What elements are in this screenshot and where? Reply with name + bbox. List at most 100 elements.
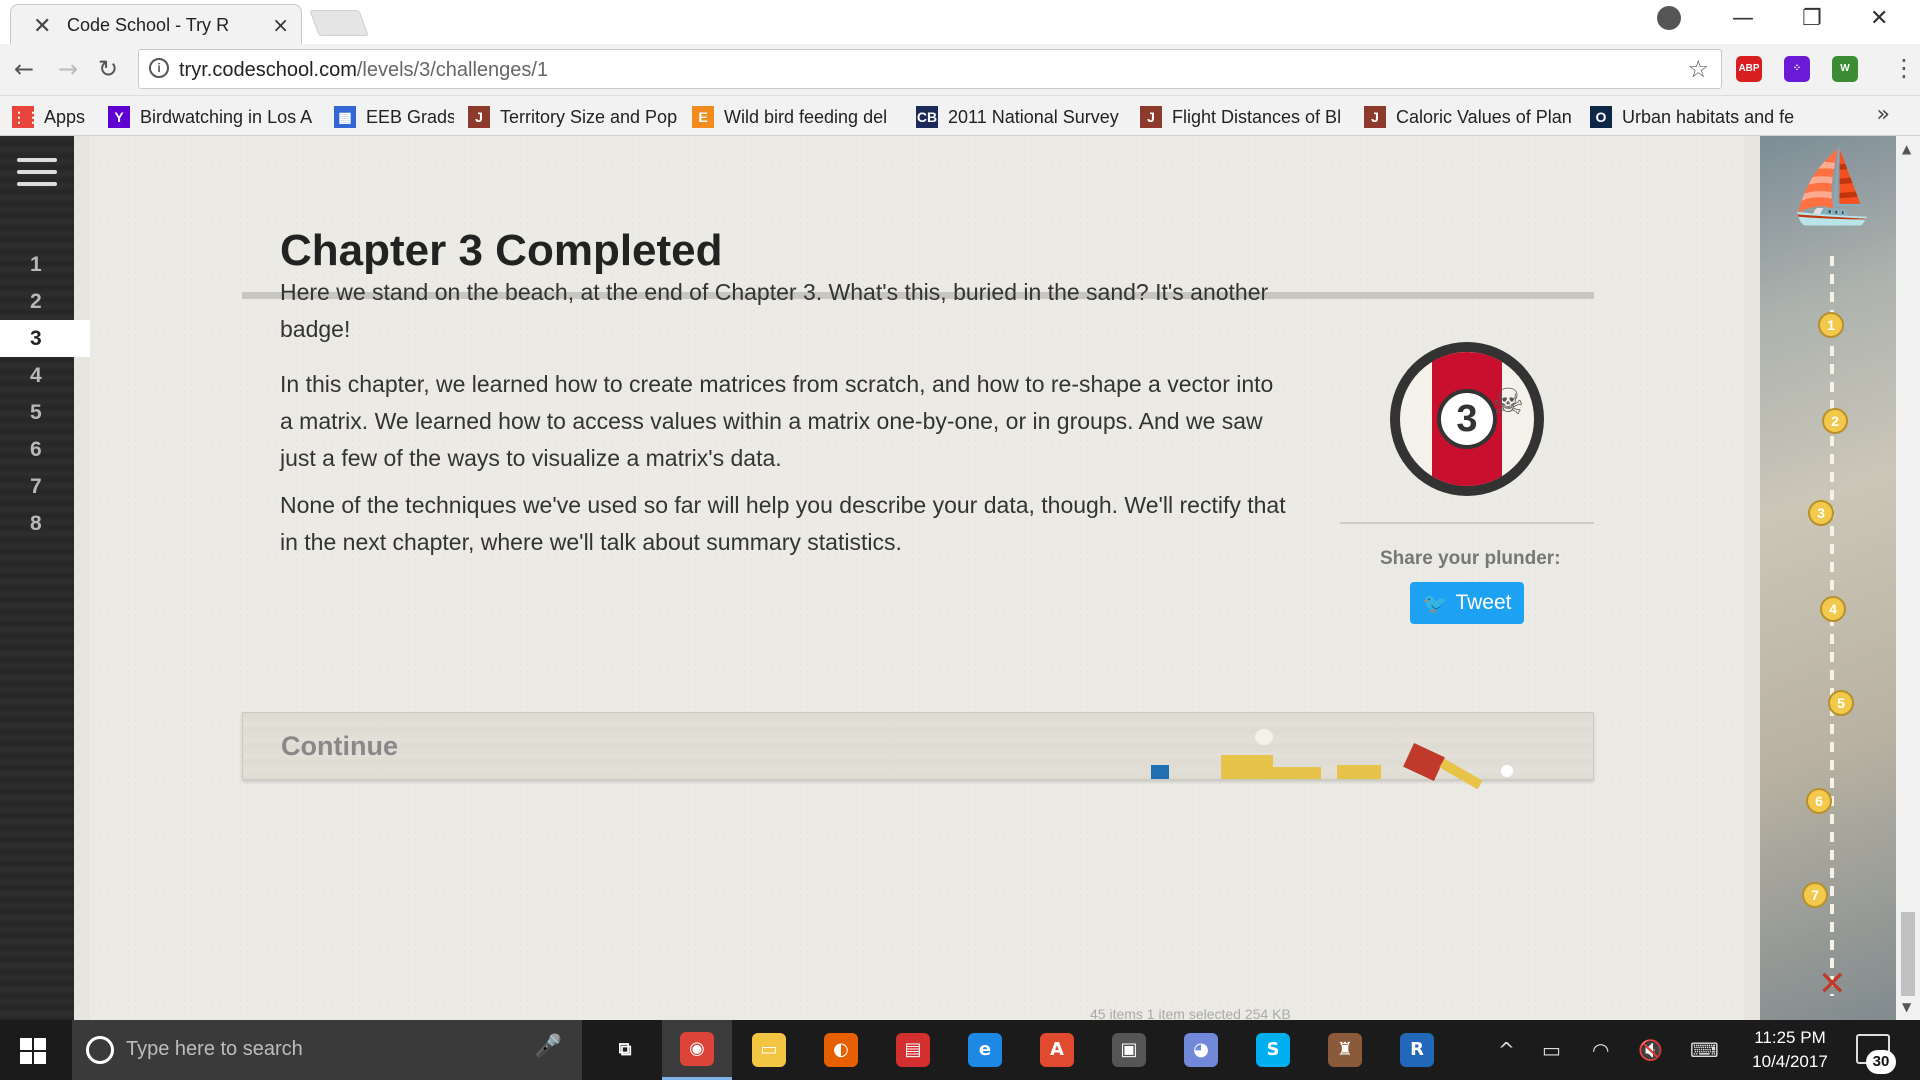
- scrollbar-thumb[interactable]: [1901, 912, 1915, 996]
- map-route: [1830, 256, 1834, 996]
- taskbar: Type here to search 🎤 ⧉ ◉ ▭ ◐ ▤ e A ▣ ◕ S ♜ R ^ ▭ ◠ 🔇 ⌨…: [0, 1020, 1920, 1080]
- notification-count: 30: [1866, 1050, 1896, 1074]
- chrome-menu-icon[interactable]: ⋮: [1892, 54, 1916, 82]
- oxford-icon: O: [1590, 106, 1612, 128]
- apps-grid-icon: ⋮⋮: [12, 106, 40, 128]
- scroll-up-icon[interactable]: ▲: [1902, 142, 1911, 156]
- chapter-link-5[interactable]: 5: [0, 394, 90, 431]
- new-tab-button[interactable]: [309, 10, 369, 36]
- blue-gem-icon: [1151, 765, 1169, 779]
- vertical-scrollbar[interactable]: ▲ ▼: [1896, 136, 1920, 1020]
- gold-bars-icon: [1221, 755, 1273, 779]
- skype-icon: S: [1256, 1033, 1290, 1067]
- show-hidden-icons-icon[interactable]: ^: [1498, 1038, 1515, 1062]
- calendar-icon: ▦: [334, 106, 356, 128]
- chapter-link-3[interactable]: 3: [0, 320, 90, 357]
- bookmark-label: EEB Grads: [366, 106, 454, 127]
- paragraph-summary: In this chapter, we learned how to creat…: [280, 371, 1274, 471]
- chapter-list: 12345678: [0, 246, 90, 542]
- bookmark-item[interactable]: J Flight Distances of Bl: [1140, 104, 1350, 130]
- wifi-icon[interactable]: ◠: [1592, 1038, 1609, 1062]
- task-view-taskbar-button[interactable]: ⧉: [590, 1020, 660, 1080]
- bookmark-item[interactable]: J Caloric Values of Plan: [1364, 104, 1574, 130]
- close-tab-icon[interactable]: ×: [272, 13, 289, 37]
- edge-taskbar-button[interactable]: e: [950, 1020, 1020, 1080]
- ruby-icon: [1403, 743, 1445, 781]
- scroll-down-icon[interactable]: ▼: [1902, 1000, 1911, 1014]
- restore-icon[interactable]: ❐: [1802, 6, 1822, 31]
- address-bar[interactable]: i tryr.codeschool.com/levels/3/challenge…: [138, 49, 1722, 89]
- acrobat-taskbar-button[interactable]: A: [1022, 1020, 1092, 1080]
- discord-taskbar-button[interactable]: ◕: [1166, 1020, 1236, 1080]
- game-taskbar-button[interactable]: ♜: [1310, 1020, 1380, 1080]
- bookmark-item[interactable]: CB 2011 National Survey: [916, 104, 1126, 130]
- map-node-2[interactable]: 2: [1822, 408, 1848, 434]
- tab-code-school[interactable]: ✕ Code School - Try R ×: [10, 4, 302, 44]
- more-bookmarks-icon[interactable]: »: [1877, 102, 1890, 127]
- map-node-6[interactable]: 6: [1806, 788, 1832, 814]
- url-text[interactable]: tryr.codeschool.com/levels/3/challenges/…: [179, 59, 548, 82]
- taskbar-search[interactable]: Type here to search 🎤: [72, 1020, 582, 1080]
- map-node-3[interactable]: 3: [1808, 500, 1834, 526]
- bookmark-item[interactable]: ▦ EEB Grads: [334, 104, 454, 130]
- share-divider: [1340, 522, 1594, 524]
- reload-icon[interactable]: ↻: [98, 55, 118, 83]
- bookmark-item[interactable]: O Urban habitats and fe: [1590, 104, 1800, 130]
- cortana-icon[interactable]: [86, 1036, 114, 1064]
- battery-icon[interactable]: ▭: [1542, 1038, 1561, 1062]
- bookmark-item[interactable]: Y Birdwatching in Los A: [108, 104, 318, 130]
- chapter-link-1[interactable]: 1: [0, 246, 90, 283]
- chapter-link-4[interactable]: 4: [0, 357, 90, 394]
- keyboard-icon[interactable]: ⌨: [1690, 1038, 1719, 1062]
- bookmark-item[interactable]: J Territory Size and Pop: [468, 104, 678, 130]
- windows-start-icon[interactable]: [20, 1038, 46, 1064]
- page-viewport: 12345678 Chapter 3 Completed Here we sta…: [0, 136, 1920, 1020]
- chapter-link-2[interactable]: 2: [0, 283, 90, 320]
- microphone-icon[interactable]: 🎤: [535, 1034, 562, 1059]
- map-node-4[interactable]: 4: [1820, 596, 1846, 622]
- adblock-plus-icon[interactable]: ABP: [1736, 56, 1762, 82]
- progress-map: ⛵ 1 2 3 4 5 6 7 ✕: [1760, 136, 1908, 1020]
- chapter-link-6[interactable]: 6: [0, 431, 90, 468]
- dots-extension-icon[interactable]: ⁘: [1784, 56, 1810, 82]
- store-taskbar-button[interactable]: ▣: [1094, 1020, 1164, 1080]
- firefox-taskbar-button[interactable]: ◐: [806, 1020, 876, 1080]
- tweet-button[interactable]: 🐦 Tweet: [1410, 582, 1524, 624]
- system-clock[interactable]: 11:25 PM 10/4/2017: [1745, 1026, 1835, 1074]
- chapter-link-8[interactable]: 8: [0, 505, 90, 542]
- map-node-5[interactable]: 5: [1828, 690, 1854, 716]
- chrome-taskbar-button[interactable]: ◉: [662, 1020, 732, 1080]
- reader-taskbar-button[interactable]: ▤: [878, 1020, 948, 1080]
- r-taskbar-button[interactable]: R: [1382, 1020, 1452, 1080]
- bookmark-item[interactable]: E Wild bird feeding del: [692, 104, 902, 130]
- elsevier-icon: E: [692, 106, 714, 128]
- file-explorer-taskbar-button[interactable]: ▭: [734, 1020, 804, 1080]
- pearl-icon: [1501, 765, 1513, 777]
- yahoo-icon: Y: [108, 106, 130, 128]
- bookmark-label: Caloric Values of Plan: [1396, 106, 1572, 127]
- map-node-7[interactable]: 7: [1802, 882, 1828, 908]
- bookmark-star-icon[interactable]: ☆: [1687, 55, 1709, 83]
- crossed-tools-icon: ✕: [33, 14, 52, 39]
- gold-bar-icon: [1273, 767, 1321, 779]
- file-explorer-icon: ▭: [752, 1033, 786, 1067]
- search-placeholder: Type here to search: [126, 1038, 303, 1060]
- minimize-icon[interactable]: —: [1732, 6, 1754, 31]
- skype-taskbar-button[interactable]: S: [1238, 1020, 1308, 1080]
- shield-extension-icon[interactable]: W: [1832, 56, 1858, 82]
- info-icon[interactable]: i: [149, 58, 169, 78]
- tab-strip: ✕ Code School - Try R × — ❐ ✕: [0, 0, 1920, 44]
- reader-icon: ▤: [896, 1033, 930, 1067]
- continue-button[interactable]: Continue: [242, 712, 1594, 790]
- forward-icon[interactable]: →: [58, 55, 78, 83]
- paragraph-intro: Here we stand on the beach, at the end o…: [280, 279, 1269, 342]
- close-window-icon[interactable]: ✕: [1870, 6, 1888, 31]
- map-node-1[interactable]: 1: [1818, 312, 1844, 338]
- volume-muted-icon[interactable]: 🔇: [1638, 1038, 1663, 1062]
- clock-date: 10/4/2017: [1752, 1052, 1828, 1071]
- profile-icon[interactable]: [1657, 6, 1681, 30]
- chapter-link-7[interactable]: 7: [0, 468, 90, 505]
- bookmark-item[interactable]: ⋮⋮ Apps: [12, 104, 94, 130]
- back-icon[interactable]: ←: [14, 55, 34, 83]
- menu-icon[interactable]: [17, 158, 57, 188]
